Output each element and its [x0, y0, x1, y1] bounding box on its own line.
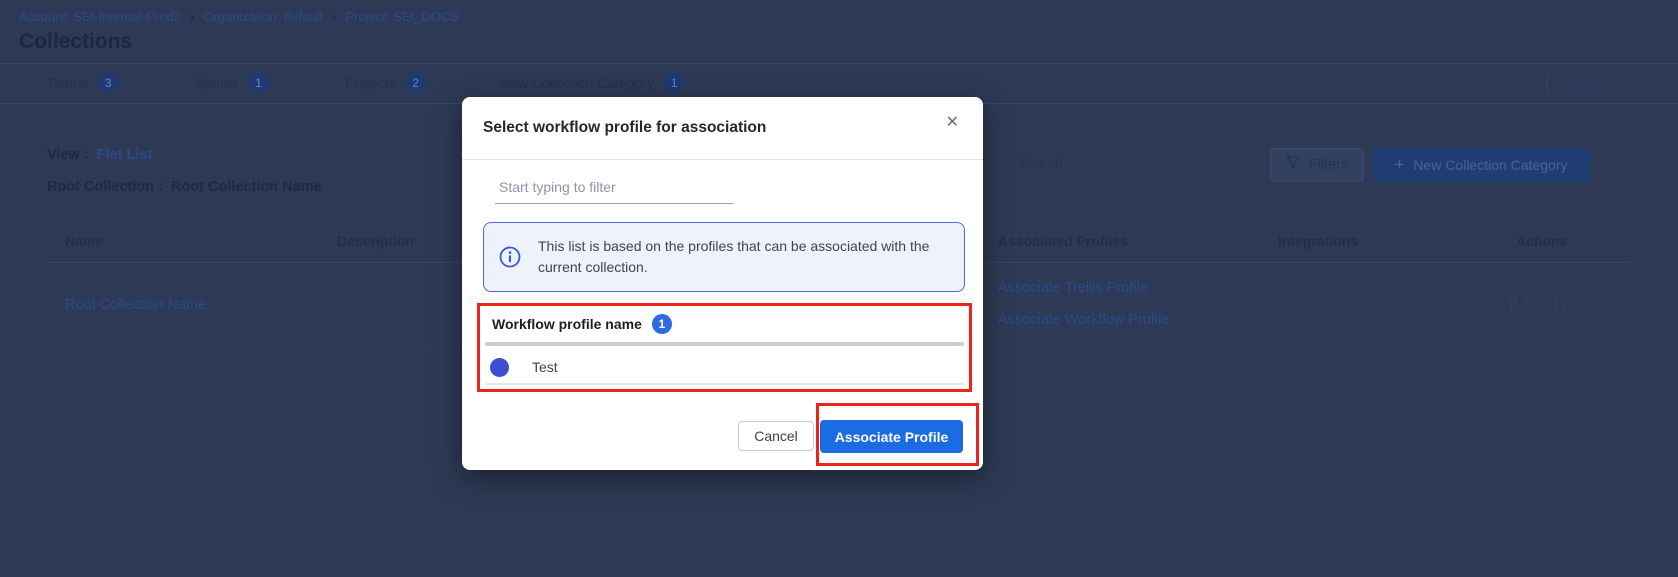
tab-count-badge: 2 — [406, 73, 426, 93]
root-collection-label: Root Collection : — [47, 179, 163, 195]
divider — [1547, 73, 1548, 93]
cancel-button[interactable]: Cancel — [738, 421, 814, 451]
filters-label: Filters — [1309, 157, 1348, 173]
breadcrumb-organization-link[interactable]: Organization: default — [203, 9, 323, 24]
column-header-description: Description — [337, 233, 414, 249]
profile-list-header-label: Workflow profile name — [492, 316, 642, 332]
annotation-box-profile-list: Workflow profile name 1 Test — [477, 303, 972, 392]
add-custom-label: Add custom — [1566, 75, 1640, 91]
tab-teams[interactable]: Teams 3 — [47, 73, 118, 93]
tab-label: Projects — [345, 75, 396, 91]
tab-sprints[interactable]: Sprints 1 — [195, 73, 269, 93]
profile-list-header: Workflow profile name 1 — [492, 314, 672, 334]
column-header-name: Name — [65, 233, 103, 249]
tab-count-badge: 3 — [98, 73, 118, 93]
delete-icon[interactable] — [1552, 293, 1569, 313]
plus-icon: + — [1650, 73, 1660, 93]
list-divider — [485, 342, 964, 346]
new-collection-label: New Collection Category — [1413, 157, 1567, 173]
flat-list-link[interactable]: Flat List — [97, 147, 153, 163]
column-header-integrations: Integrations — [1278, 233, 1358, 249]
tab-projects[interactable]: Projects 2 — [345, 73, 426, 93]
filter-funnel-icon — [1286, 156, 1300, 174]
view-row: View : Flat List — [47, 147, 152, 163]
new-collection-category-button[interactable]: + New Collection Category — [1372, 148, 1590, 182]
info-callout: This list is based on the profiles that … — [483, 222, 965, 292]
chevron-right-icon: › — [332, 9, 336, 24]
breadcrumb-project-link[interactable]: Project: SEI_DOCS — [346, 9, 459, 24]
option-divider — [485, 383, 964, 385]
profile-option-test[interactable]: Test — [490, 354, 964, 380]
tab-label: Teams — [47, 75, 88, 91]
row-name-link[interactable]: Root Collection Name — [65, 297, 206, 313]
associate-profile-button[interactable]: Associate Profile — [820, 420, 963, 453]
profile-option-label: Test — [532, 359, 558, 375]
view-label: View : — [47, 147, 89, 163]
chevron-right-icon: › — [190, 9, 194, 24]
breadcrumb: Account: SEI-Internal-Prod2 › Organizati… — [19, 9, 459, 24]
close-icon[interactable]: ✕ — [946, 112, 959, 132]
modal-title-divider — [462, 159, 983, 160]
filters-button[interactable]: Filters — [1270, 148, 1364, 182]
info-text: This list is based on the profiles that … — [538, 236, 946, 278]
search-placeholder: Search ... — [1018, 154, 1212, 170]
page-title: Collections — [19, 30, 132, 54]
gear-icon[interactable]: ⚙ — [694, 74, 707, 92]
tab-count-badge: 1 — [249, 73, 269, 93]
column-header-associated-profiles: Associated Profiles — [998, 233, 1128, 249]
plus-icon: + — [1394, 155, 1404, 175]
root-collection-row: Root Collection : Root Collection Name — [47, 179, 322, 195]
app-window: Account: SEI-Internal-Prod2 › Organizati… — [0, 0, 1678, 577]
radio-selected-icon[interactable] — [490, 358, 509, 377]
search-icon — [1212, 152, 1228, 171]
modal-title: Select workflow profile for association — [483, 119, 766, 137]
column-header-actions: Actions — [1516, 233, 1567, 249]
profile-count-badge: 1 — [652, 314, 672, 334]
row-actions — [1510, 293, 1569, 313]
root-collection-value: Root Collection Name — [171, 179, 322, 195]
tab-count-badge: 1 — [664, 73, 684, 93]
tab-label: New Collection Category — [500, 75, 654, 91]
add-custom-button[interactable]: Add custom + — [1547, 73, 1660, 93]
profile-filter-input[interactable] — [495, 175, 733, 204]
info-icon — [499, 246, 521, 268]
copy-icon[interactable] — [1510, 293, 1528, 313]
associate-trellis-profile-link[interactable]: Associate Trellis Profile — [998, 280, 1148, 296]
tab-label: Sprints — [195, 75, 239, 91]
search-input[interactable]: Search ... — [1018, 152, 1228, 171]
associate-workflow-profile-link[interactable]: Associate Workflow Profile — [998, 312, 1169, 328]
breadcrumb-account-link[interactable]: Account: SEI-Internal-Prod2 — [19, 9, 181, 24]
tab-new-collection-category[interactable]: New Collection Category 1 ⚙ — [500, 73, 708, 93]
select-workflow-profile-modal: Select workflow profile for association … — [462, 97, 983, 470]
